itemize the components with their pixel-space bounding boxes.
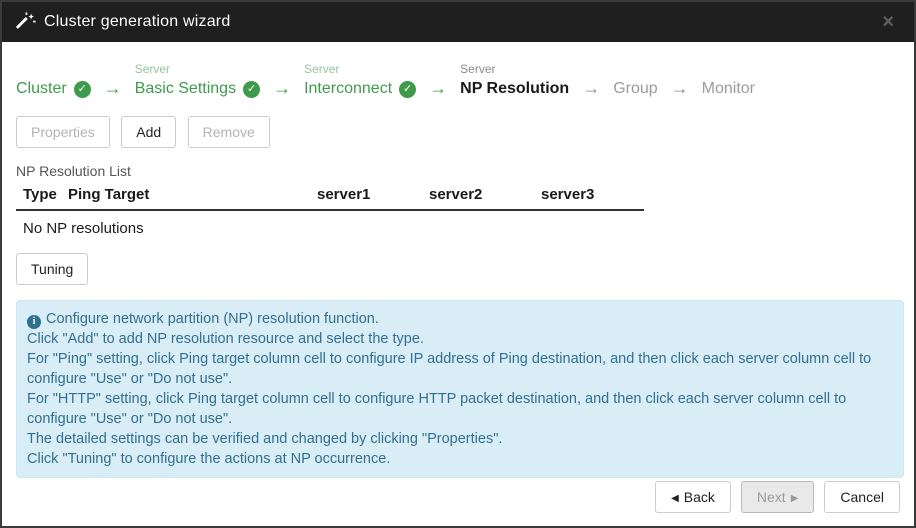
footer-buttons: ◀ Back Next ▶ Cancel <box>655 481 900 513</box>
column-header-server3: server3 <box>534 186 644 203</box>
magic-wand-icon <box>16 12 36 32</box>
window-title: Cluster generation wizard <box>44 13 230 31</box>
step-arrow-icon: → <box>582 78 600 99</box>
step-basic-settings[interactable]: Server Basic Settings ✓ <box>135 62 260 99</box>
step-group: Group <box>613 77 657 99</box>
info-line: Click "Tuning" to configure the actions … <box>27 449 893 469</box>
step-arrow-icon: → <box>104 78 122 99</box>
add-button[interactable]: Add <box>121 116 176 148</box>
step-label: NP Resolution <box>460 79 569 99</box>
step-group-label: Server <box>460 62 569 77</box>
remove-button[interactable]: Remove <box>188 116 270 148</box>
column-header-ping-target: Ping Target <box>61 186 310 203</box>
step-arrow-icon: → <box>273 78 291 99</box>
check-circle-icon: ✓ <box>74 81 91 98</box>
info-text: Configure network partition (NP) resolut… <box>46 311 379 327</box>
info-line: For "HTTP" setting, click Ping target co… <box>27 389 893 429</box>
check-circle-icon: ✓ <box>399 81 416 98</box>
step-arrow-icon: → <box>429 78 447 99</box>
empty-list-message: No NP resolutions <box>16 211 644 239</box>
next-arrow-icon: ▶ <box>791 493 799 504</box>
properties-button[interactable]: Properties <box>16 116 110 148</box>
np-toolbar: Properties Add Remove <box>16 116 900 148</box>
next-button[interactable]: Next ▶ <box>741 481 815 513</box>
info-icon: i <box>27 315 41 329</box>
next-button-label: Next <box>757 489 786 505</box>
step-label: Group <box>613 79 657 99</box>
step-np-resolution: Server NP Resolution <box>460 62 569 99</box>
info-line: The detailed settings can be verified an… <box>27 429 893 449</box>
step-cluster[interactable]: Cluster ✓ <box>16 77 91 99</box>
cancel-button[interactable]: Cancel <box>824 481 900 513</box>
cluster-generation-wizard-dialog: Cluster generation wizard × Cluster ✓ → … <box>0 0 916 528</box>
back-arrow-icon: ◀ <box>671 493 679 504</box>
info-line: For "Ping" setting, click Ping target co… <box>27 349 893 389</box>
tuning-button[interactable]: Tuning <box>16 253 88 285</box>
close-icon[interactable]: × <box>876 10 900 34</box>
np-list-title: NP Resolution List <box>16 163 900 179</box>
np-table-header: Type Ping Target server1 server2 server3 <box>16 186 644 211</box>
np-resolution-table: Type Ping Target server1 server2 server3… <box>16 186 644 239</box>
info-line: i Configure network partition (NP) resolu… <box>27 309 893 329</box>
column-header-type: Type <box>16 186 61 203</box>
step-group-label: Server <box>304 62 416 77</box>
step-label: Monitor <box>702 79 755 99</box>
step-monitor: Monitor <box>702 77 755 99</box>
cancel-button-label: Cancel <box>840 489 884 505</box>
wizard-steps: Cluster ✓ → Server Basic Settings ✓ → Se… <box>16 62 900 99</box>
back-button[interactable]: ◀ Back <box>655 481 731 513</box>
step-label: Interconnect <box>304 79 392 99</box>
back-button-label: Back <box>684 489 715 505</box>
column-header-server1: server1 <box>310 186 422 203</box>
check-circle-icon: ✓ <box>243 81 260 98</box>
titlebar: Cluster generation wizard × <box>2 2 914 42</box>
column-header-server2: server2 <box>422 186 534 203</box>
step-label: Basic Settings <box>135 79 236 99</box>
step-group-label: Server <box>135 62 260 77</box>
info-line: Click "Add" to add NP resolution resourc… <box>27 329 893 349</box>
info-box: i Configure network partition (NP) resolu… <box>16 300 904 478</box>
step-arrow-icon: → <box>671 78 689 99</box>
step-interconnect[interactable]: Server Interconnect ✓ <box>304 62 416 99</box>
dialog-body: Cluster ✓ → Server Basic Settings ✓ → Se… <box>2 42 914 492</box>
step-label: Cluster <box>16 79 67 99</box>
